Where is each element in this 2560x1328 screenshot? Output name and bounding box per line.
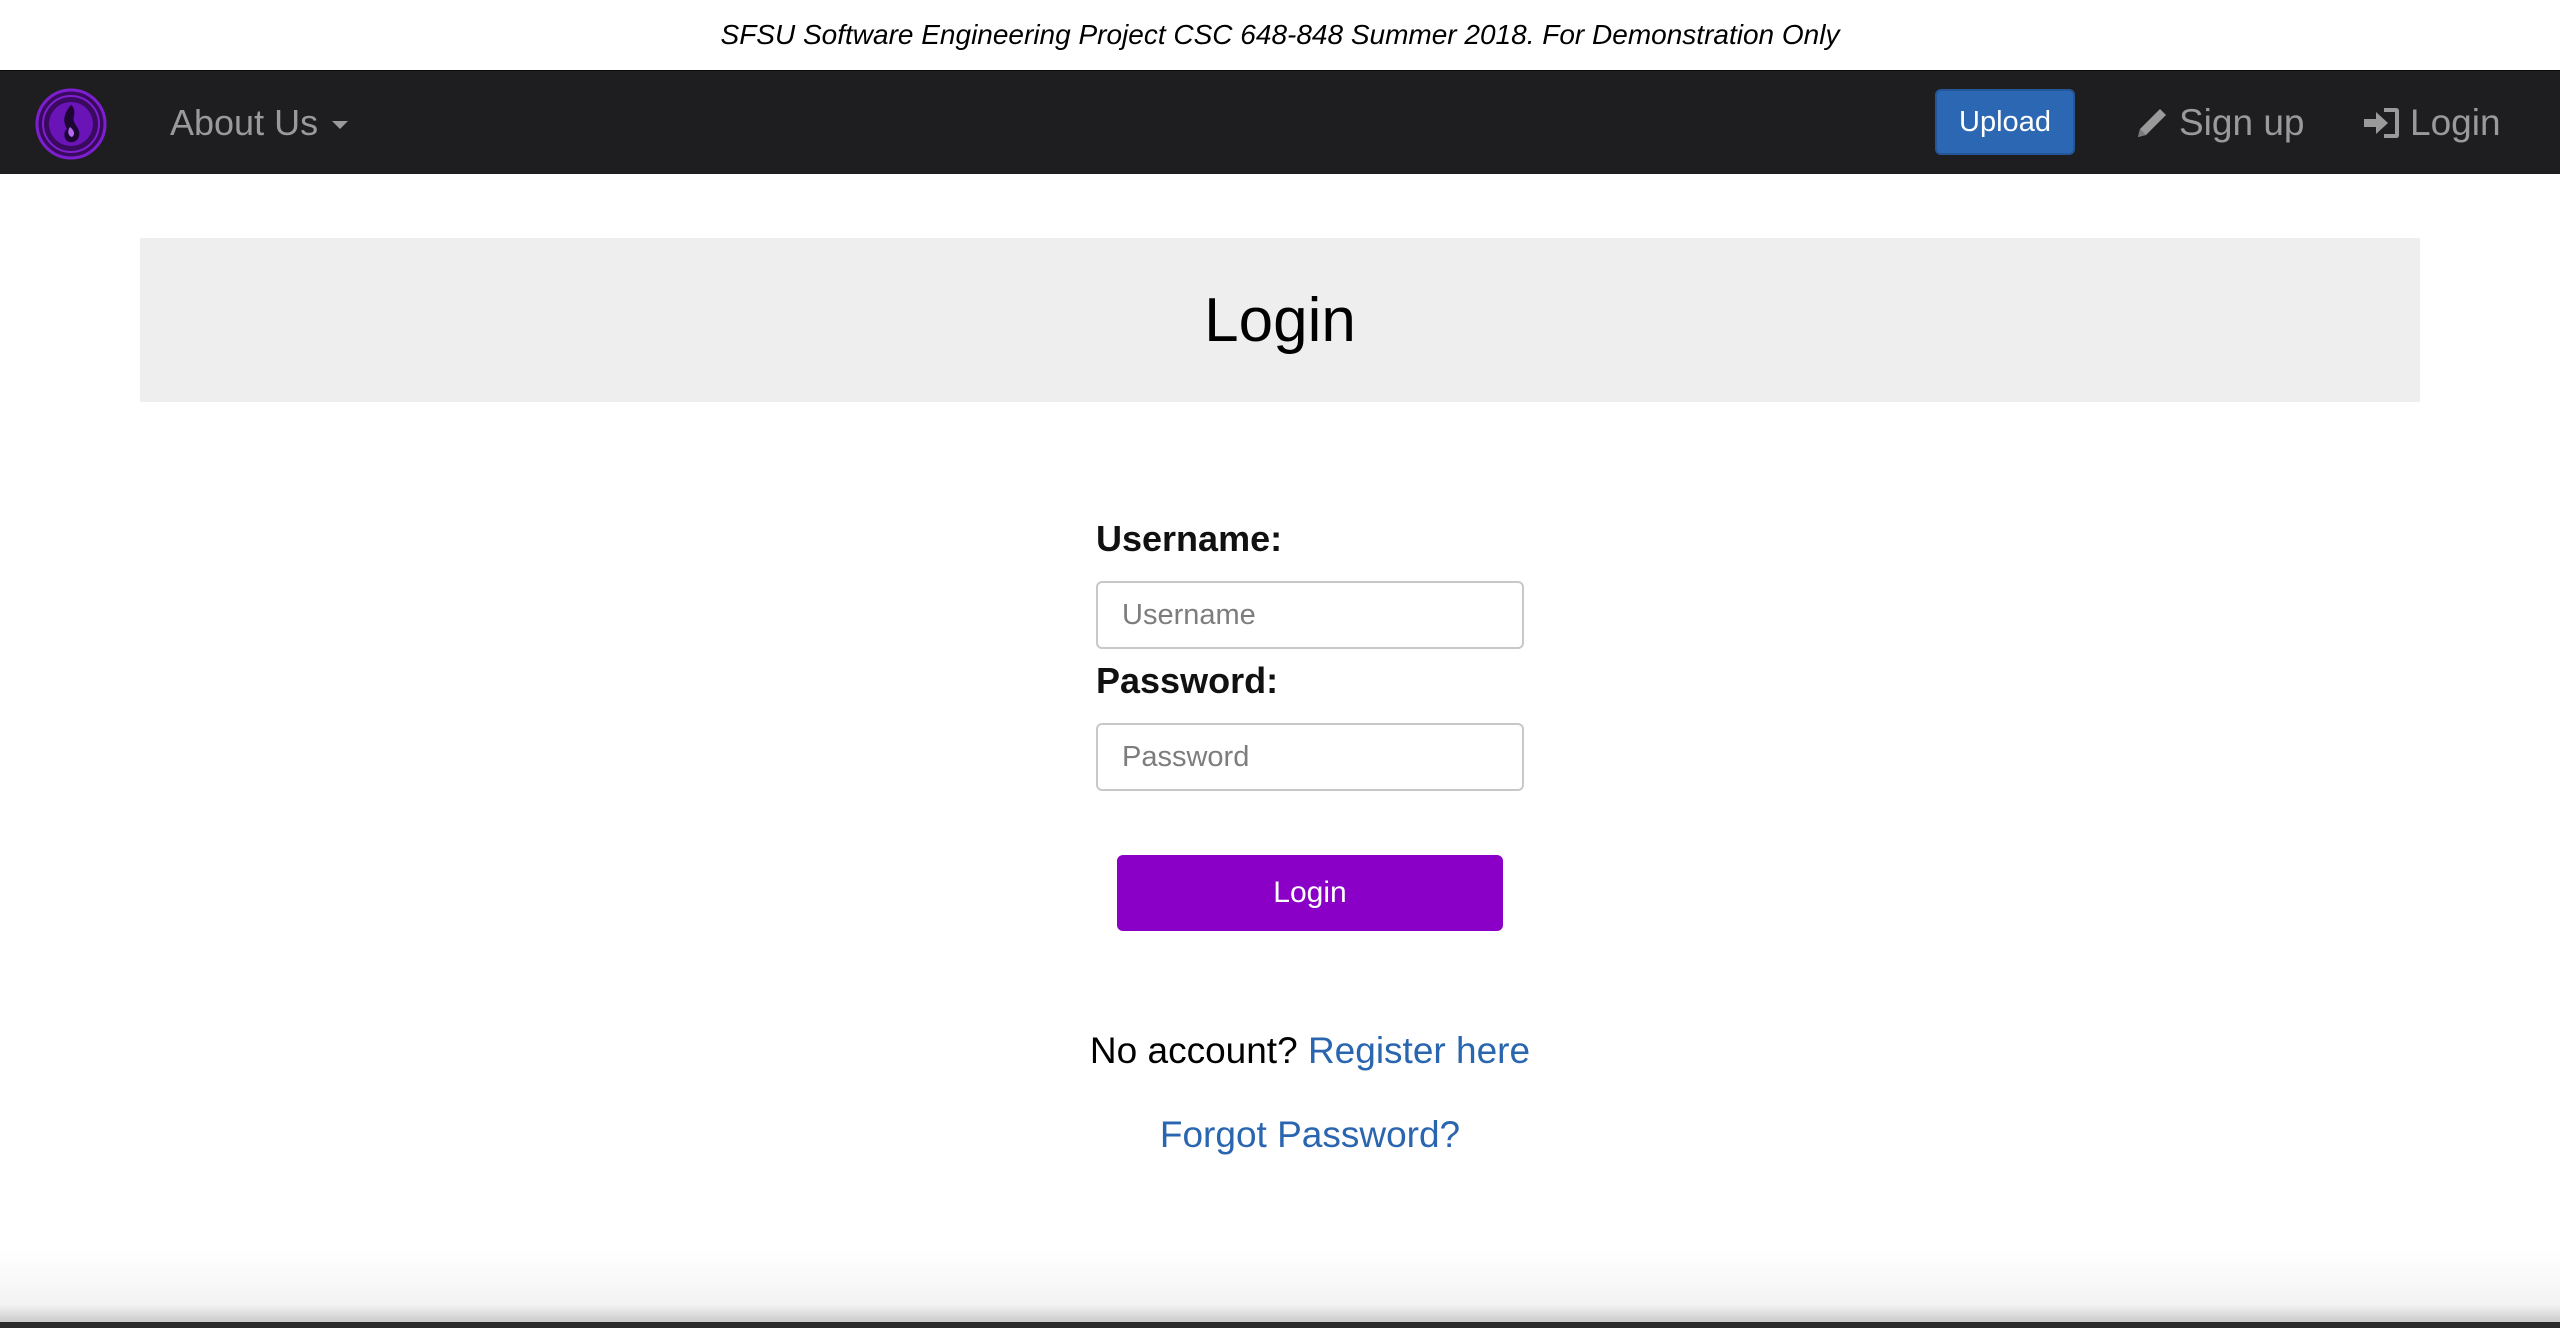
username-input[interactable] — [1096, 581, 1524, 649]
login-nav-label: Login — [2410, 102, 2501, 143]
upload-button[interactable]: Upload — [1935, 89, 2075, 155]
about-us-label: About Us — [170, 102, 319, 143]
register-prompt: No account? Register here — [0, 1030, 2560, 1072]
signup-label: Sign up — [2179, 102, 2305, 143]
page-title: Login — [1204, 285, 1356, 355]
demo-banner: SFSU Software Engineering Project CSC 64… — [0, 0, 2560, 70]
bottom-shadow — [0, 1250, 2560, 1328]
forgot-password-link[interactable]: Forgot Password? — [1160, 1114, 1460, 1155]
login-submit-button[interactable]: Login — [1117, 855, 1503, 931]
flame-logo-icon[interactable] — [34, 87, 108, 161]
login-nav-link[interactable]: Login — [2362, 71, 2501, 175]
upload-button-label: Upload — [1959, 105, 2051, 138]
sign-in-icon — [2364, 108, 2399, 138]
caret-down-icon — [332, 121, 349, 129]
no-account-text: No account? — [1089, 1030, 1308, 1071]
password-input[interactable] — [1096, 723, 1524, 791]
top-navbar: About Us Upload Sign up Login — [0, 70, 2560, 174]
register-link[interactable]: Register here — [1308, 1030, 1530, 1071]
password-label: Password: — [1096, 660, 1279, 701]
forgot-password-row: Forgot Password? — [0, 1114, 2560, 1156]
about-us-dropdown[interactable]: About Us — [170, 71, 349, 175]
signup-link[interactable]: Sign up — [2133, 71, 2305, 175]
bottom-border — [0, 1322, 2560, 1328]
username-label: Username: — [1096, 518, 1283, 559]
login-submit-label: Login — [1273, 876, 1347, 909]
pencil-icon — [2138, 109, 2166, 137]
demo-banner-text: SFSU Software Engineering Project CSC 64… — [720, 19, 1840, 50]
page-header: Login — [140, 238, 2420, 402]
